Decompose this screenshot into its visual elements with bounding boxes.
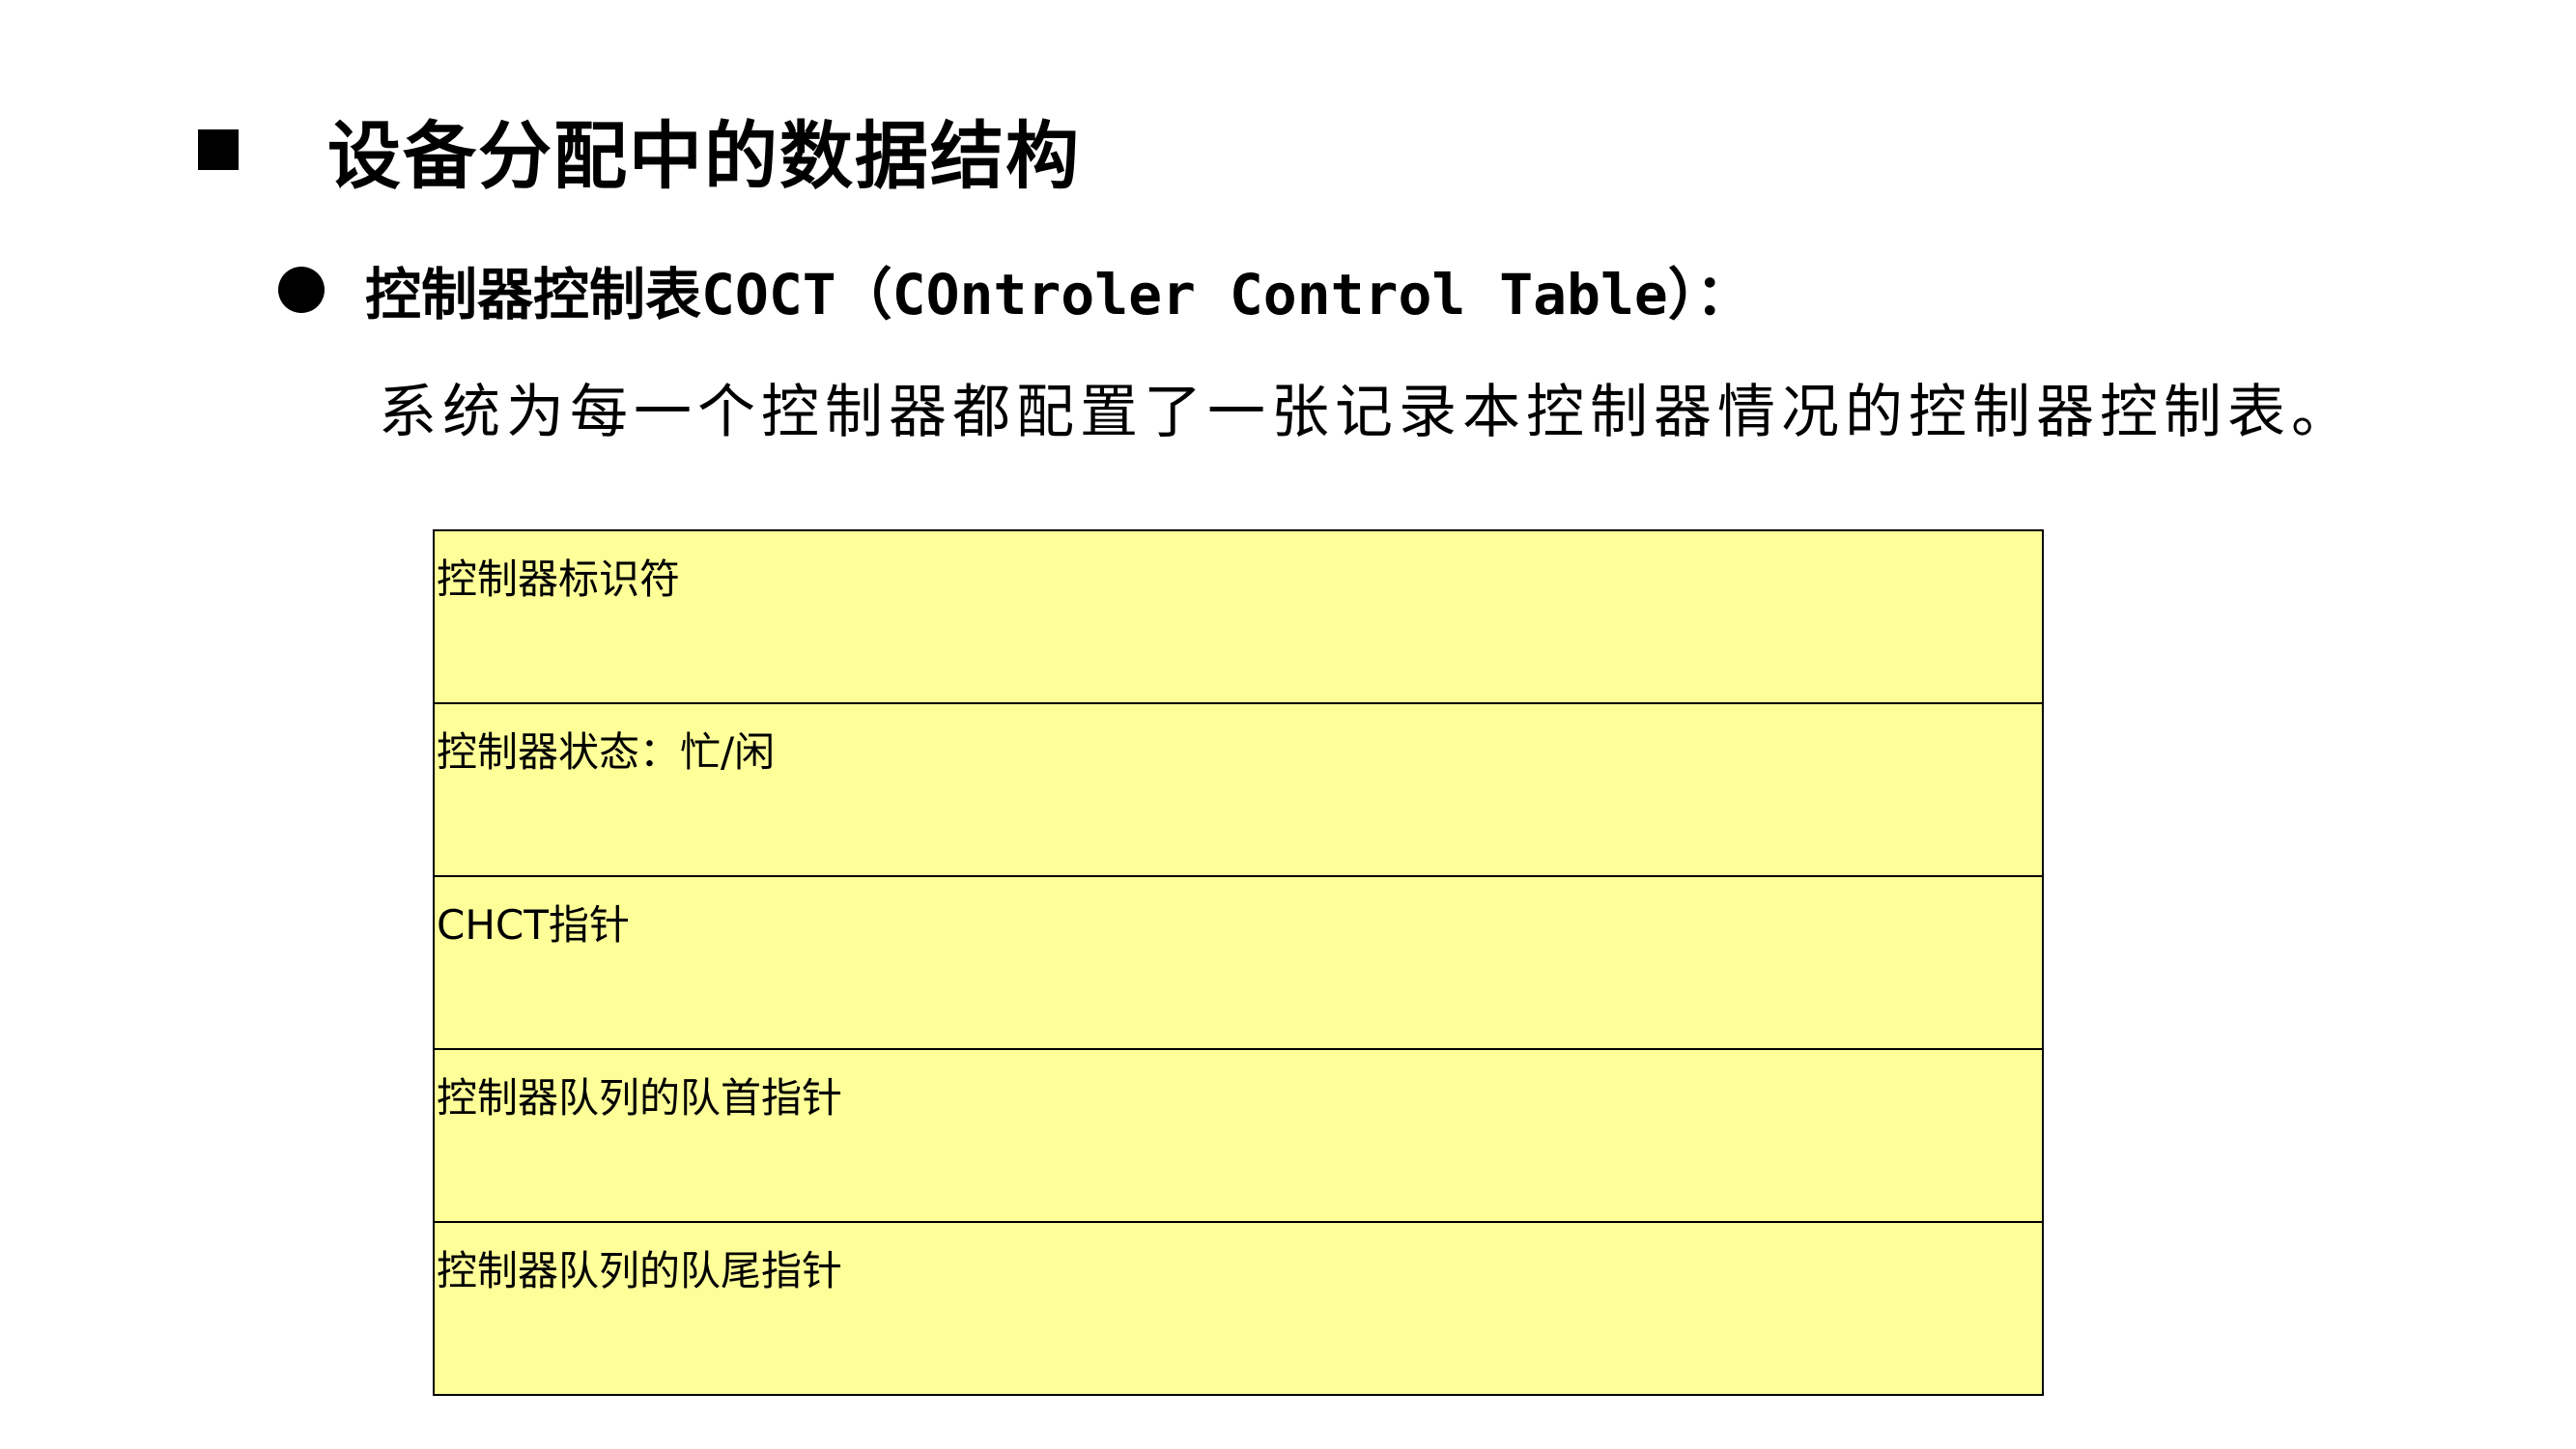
table-row-queue-tail-pointer: 控制器队列的队尾指针 — [433, 1221, 2044, 1396]
subheading-row: 控制器控制表COCT（COntroler Control Table）： — [278, 246, 1752, 333]
table-row-controller-id: 控制器标识符 — [433, 529, 2044, 704]
coct-table: 控制器标识符 控制器状态：忙/闲 CHCT指针 控制器队列的队首指针 控制器队列… — [433, 529, 2044, 1396]
description: 系统为每一个控制器都配置了一张记录本控制器情况的控制器控制表。 — [379, 379, 2355, 446]
table-row-chct-pointer: CHCT指针 — [433, 875, 2044, 1050]
table-row-queue-head-pointer: 控制器队列的队首指针 — [433, 1048, 2044, 1223]
round-bullet-icon — [278, 267, 325, 313]
heading-row: 设备分配中的数据结构 — [198, 97, 1081, 203]
square-bullet-icon — [198, 129, 239, 170]
table-row-controller-status: 控制器状态：忙/闲 — [433, 702, 2044, 877]
subheading: 控制器控制表COCT（COntroler Control Table）： — [365, 262, 1752, 327]
page-title: 设备分配中的数据结构 — [327, 113, 1081, 199]
